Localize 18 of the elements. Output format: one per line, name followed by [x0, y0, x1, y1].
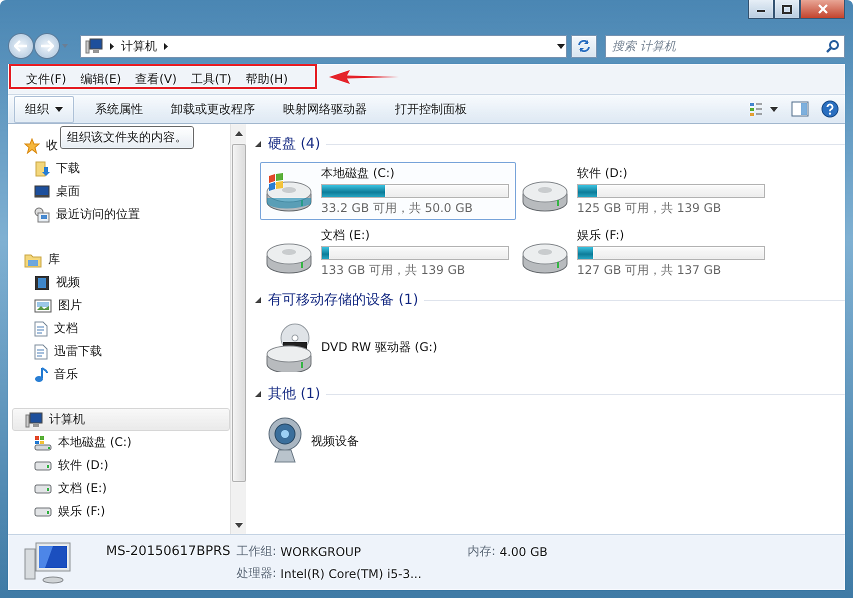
field-label: 工作组:: [236, 543, 276, 560]
computer-name: MS-20150617BPRS: [106, 542, 230, 560]
drive-name: 文档 (E:): [321, 227, 371, 244]
drive-name: 软件 (D:): [577, 165, 628, 182]
field-value: WORKGROUP: [280, 544, 362, 558]
free-space-text: 127 GB 可用，共 137 GB: [577, 262, 722, 279]
drive-name: 本地磁盘 (C:): [321, 165, 396, 182]
field-label: 内存:: [468, 543, 496, 560]
field-value: Intel(R) Core(TM) i5-3...: [280, 566, 422, 580]
tooltip: 组织该文件夹的内容。: [60, 126, 194, 149]
free-space-text: 33.2 GB 可用，共 50.0 GB: [321, 200, 474, 217]
field-label: 处理器:: [236, 565, 276, 582]
drive-name: DVD RW 驱动器 (G:): [321, 338, 438, 356]
drive-name: 视频设备: [311, 432, 360, 450]
drive-name: 娱乐 (F:): [577, 227, 626, 244]
field-value: 4.00 GB: [500, 544, 548, 558]
free-space-text: 125 GB 可用，共 139 GB: [577, 200, 722, 217]
free-space-text: 133 GB 可用，共 139 GB: [321, 262, 466, 279]
